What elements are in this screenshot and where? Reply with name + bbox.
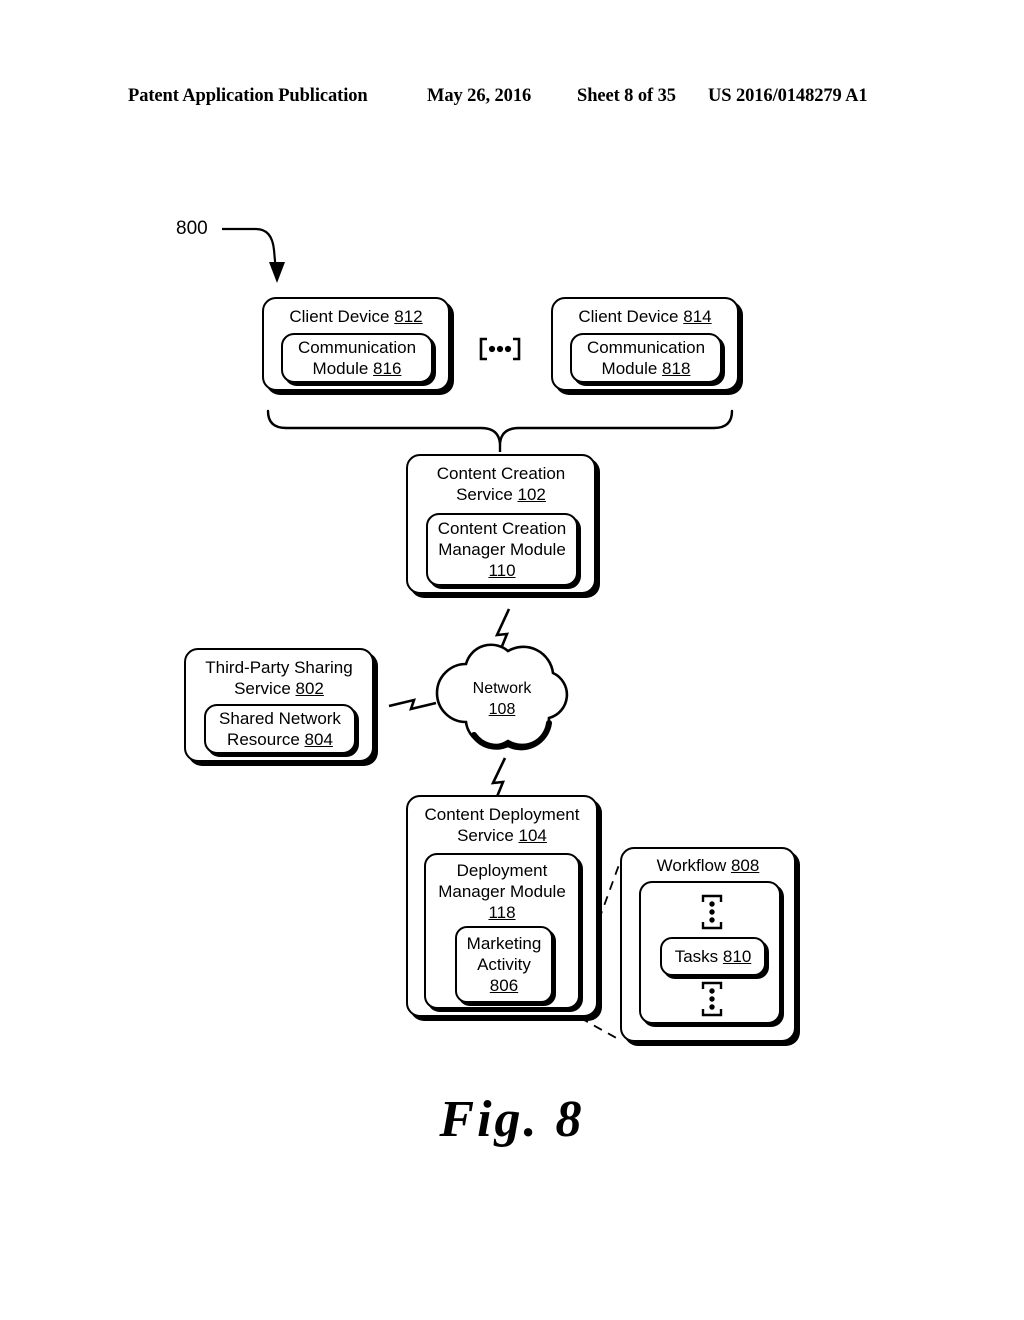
figure-caption: Fig. 8 [439, 1091, 585, 1148]
communication-module-818-label: Communication Module 818 [587, 337, 705, 379]
content-deployment-line1: Content Deployment [424, 805, 580, 824]
client-device-814-title-text: Client Device [578, 307, 679, 326]
client-device-814-box[interactable]: Client Device 814 Communication Module 8… [551, 297, 739, 391]
content-creation-service-title: Content Creation Service 102 [437, 463, 566, 505]
communication-module-816-line1: Communication [297, 338, 417, 357]
content-creation-manager-line1: Content Creation [437, 519, 567, 538]
shared-network-resource-line2: Resource [227, 730, 300, 749]
deployment-manager-module-box[interactable]: Deployment Manager Module 118 Marketing … [424, 853, 580, 1009]
figure-callout-number: 800 [176, 218, 208, 239]
client-device-812-box[interactable]: Client Device 812 Communication Module 8… [262, 297, 450, 391]
client-devices-brace [266, 409, 734, 445]
third-party-sharing-line2: Service [234, 679, 291, 698]
marketing-activity-box[interactable]: Marketing Activity 806 [455, 926, 553, 1003]
tasks-810-box[interactable]: Tasks 810 [660, 937, 766, 976]
horizontal-ellipsis-icon [477, 336, 523, 362]
communication-module-818-line1: Communication [586, 338, 706, 357]
vertical-ellipsis-icon-bottom [699, 980, 725, 1018]
workflow-title: Workflow 808 [657, 855, 760, 876]
content-creation-service-line1: Content Creation [436, 464, 566, 483]
deployment-manager-line1: Deployment [456, 861, 548, 880]
communication-module-816-ref: 816 [373, 359, 402, 378]
communication-module-816-box[interactable]: Communication Module 816 [281, 333, 433, 383]
lightning-bolt-sharing-network [388, 698, 437, 711]
figure-800: 800 Client Device 812 Communication Modu… [0, 0, 1024, 1320]
content-deployment-service-box[interactable]: Content Deployment Service 104 Deploymen… [406, 795, 598, 1017]
third-party-sharing-service-title: Third-Party Sharing Service 802 [205, 657, 352, 699]
shared-network-resource-box[interactable]: Shared Network Resource 804 [204, 704, 356, 754]
vertical-ellipsis-icon-top [699, 893, 725, 931]
communication-module-818-ref: 818 [662, 359, 691, 378]
callout-leader-line [222, 227, 278, 273]
content-creation-manager-ref: 110 [488, 561, 516, 580]
workflow-title-text: Workflow [656, 856, 727, 875]
deployment-manager-line2: Manager Module [438, 882, 566, 901]
shared-network-resource-label: Shared Network Resource 804 [219, 708, 341, 750]
communication-module-818-box[interactable]: Communication Module 818 [570, 333, 722, 383]
content-creation-manager-module-box[interactable]: Content Creation Manager Module 110 [426, 513, 578, 586]
marketing-activity-line2: Activity [477, 955, 531, 974]
client-device-812-title: Client Device 812 [289, 306, 422, 327]
client-device-814-ref: 814 [683, 307, 712, 326]
communication-module-818-line2: Module [601, 359, 658, 378]
shared-network-resource-line1: Shared Network [219, 709, 341, 728]
tasks-810-text: Tasks [674, 947, 719, 966]
marketing-activity-ref: 806 [489, 976, 519, 995]
third-party-sharing-ref: 802 [295, 679, 324, 698]
content-creation-manager-module-label: Content Creation Manager Module 110 [438, 518, 567, 581]
content-creation-service-ref: 102 [517, 485, 546, 504]
communication-module-816-line2: Module [312, 359, 369, 378]
workflow-tasks-container[interactable]: Tasks 810 [639, 881, 781, 1024]
tasks-810-ref: 810 [722, 947, 752, 966]
content-creation-service-line2: Service [456, 485, 513, 504]
marketing-activity-label: Marketing Activity 806 [467, 933, 542, 996]
tasks-810-label: Tasks 810 [675, 946, 752, 967]
callout-arrowhead [269, 262, 285, 283]
client-device-812-ref: 812 [394, 307, 423, 326]
client-device-812-title-text: Client Device [289, 307, 390, 326]
client-device-814-title: Client Device 814 [578, 306, 711, 327]
content-creation-manager-line2: Manager Module [438, 540, 566, 559]
third-party-sharing-line1: Third-Party Sharing [205, 658, 353, 677]
content-creation-service-box[interactable]: Content Creation Service 102 Content Cre… [406, 454, 596, 594]
workflow-box[interactable]: Workflow 808 Tasks 810 [620, 847, 796, 1042]
deployment-manager-module-label: Deployment Manager Module 118 [438, 860, 566, 923]
communication-module-816-label: Communication Module 816 [298, 337, 416, 379]
content-deployment-service-title: Content Deployment Service 104 [425, 804, 580, 846]
third-party-sharing-service-box[interactable]: Third-Party Sharing Service 802 Shared N… [184, 648, 374, 762]
network-cloud-label: Network 108 [452, 678, 552, 720]
marketing-activity-line1: Marketing [466, 934, 542, 953]
content-deployment-line2: Service [457, 826, 514, 845]
network-label-text: Network [472, 680, 532, 697]
shared-network-resource-ref: 804 [304, 730, 333, 749]
workflow-ref: 808 [730, 856, 760, 875]
content-deployment-ref: 104 [518, 826, 547, 845]
network-ref: 108 [488, 701, 516, 718]
deployment-manager-ref: 118 [488, 903, 516, 922]
